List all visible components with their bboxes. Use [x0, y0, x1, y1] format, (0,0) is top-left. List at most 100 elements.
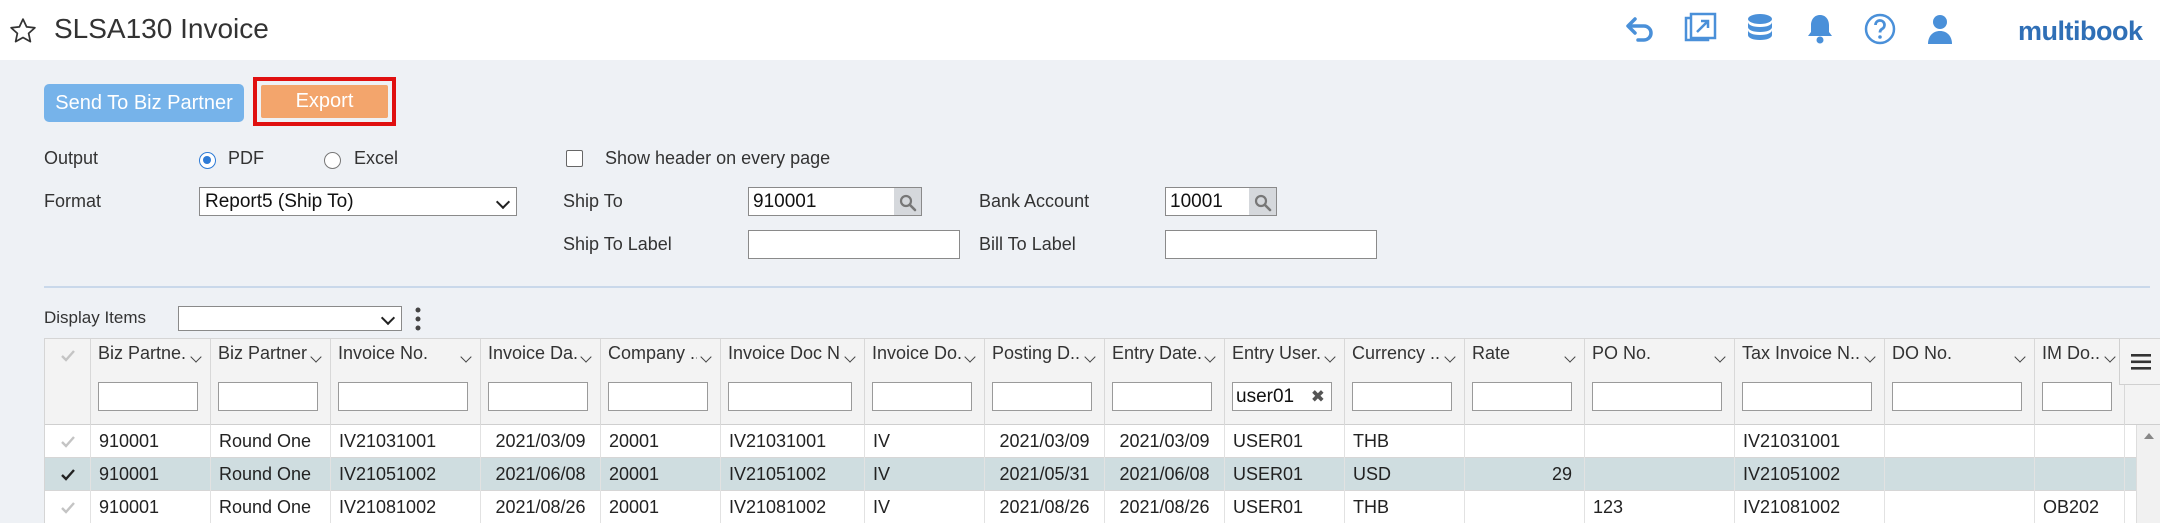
chevron-down-icon[interactable] [1714, 351, 1726, 363]
user-icon[interactable] [1923, 12, 1957, 46]
select-all-cell[interactable] [45, 339, 91, 425]
chevron-down-icon[interactable] [1084, 351, 1096, 363]
bill-to-label-label: Bill To Label [979, 234, 1076, 254]
table-cell: IV21051002 [331, 458, 481, 491]
pdf-radio[interactable] [199, 152, 216, 169]
table-cell [1585, 458, 1735, 491]
bank-account-input[interactable]: 10001 [1165, 187, 1250, 216]
ship-to-search-button[interactable] [894, 187, 922, 216]
chevron-down-icon[interactable] [844, 351, 856, 363]
column-header-label: Entry User.. [1232, 343, 1321, 363]
display-items-select[interactable] [178, 306, 402, 331]
row-checkbox[interactable] [45, 491, 91, 523]
ship-to-input[interactable]: 910001 [748, 187, 895, 216]
column-header[interactable]: Invoice Da.. [481, 339, 601, 425]
column-header[interactable]: Currency .. [1345, 339, 1465, 425]
more-options-icon[interactable] [415, 307, 421, 331]
scroll-up-icon[interactable] [2144, 433, 2154, 439]
vertical-scrollbar[interactable] [2136, 425, 2160, 523]
table-cell: 20001 [601, 458, 721, 491]
column-header[interactable]: DO No. [1885, 339, 2035, 425]
ship-to-label-input[interactable] [748, 230, 960, 259]
column-filter-input[interactable] [608, 382, 708, 411]
database-icon[interactable] [1743, 12, 1777, 46]
table-cell [1585, 425, 1735, 458]
table-cell [1465, 425, 1585, 458]
column-filter-input[interactable] [1592, 382, 1722, 411]
table-cell: 2021/03/09 [985, 425, 1105, 458]
column-header[interactable]: Posting D.. [985, 339, 1105, 425]
show-header-checkbox[interactable] [566, 150, 583, 167]
chevron-down-icon[interactable] [1864, 351, 1876, 363]
column-header[interactable]: Entry Date.. [1105, 339, 1225, 425]
row-checkbox[interactable] [45, 425, 91, 458]
star-icon[interactable] [8, 16, 38, 46]
chevron-down-icon[interactable] [700, 351, 712, 363]
excel-radio[interactable] [324, 152, 341, 169]
column-header[interactable]: Invoice Doc N.. [721, 339, 865, 425]
bank-account-search-button[interactable] [1249, 187, 1277, 216]
column-filter-input[interactable]: user01 ✖ [1232, 382, 1332, 411]
column-header-label: Biz Partner N.. [218, 343, 307, 363]
chevron-down-icon[interactable] [2014, 351, 2026, 363]
export-button-highlight: Export [253, 77, 396, 126]
table-cell: 2021/08/26 [985, 491, 1105, 523]
column-header[interactable]: Rate [1465, 339, 1585, 425]
table-cell: USER01 [1225, 491, 1345, 523]
page-title: SLSA130 Invoice [54, 13, 269, 44]
column-filter-input[interactable] [218, 382, 318, 411]
column-header[interactable]: Tax Invoice N.. [1735, 339, 1885, 425]
table-cell [1885, 425, 2035, 458]
format-select[interactable]: Report5 (Ship To) [199, 187, 517, 216]
table-cell [1465, 491, 1585, 523]
table-cell: THB [1345, 425, 1465, 458]
column-header[interactable]: PO No. [1585, 339, 1735, 425]
chevron-down-icon[interactable] [190, 351, 202, 363]
column-header[interactable]: Biz Partner N.. [211, 339, 331, 425]
column-filter-input[interactable] [992, 382, 1092, 411]
table-cell: USD [1345, 458, 1465, 491]
column-header[interactable]: Invoice No. [331, 339, 481, 425]
chevron-down-icon[interactable] [1444, 351, 1456, 363]
chevron-down-icon[interactable] [580, 351, 592, 363]
chevron-down-icon[interactable] [460, 351, 472, 363]
column-filter-input[interactable] [728, 382, 852, 411]
clear-filter-icon[interactable]: ✖ [1311, 383, 1325, 410]
column-filter-input[interactable] [1892, 382, 2022, 411]
column-header[interactable]: Invoice Do.. [865, 339, 985, 425]
column-filter-input[interactable] [1742, 382, 1872, 411]
bill-to-label-input[interactable] [1165, 230, 1377, 259]
column-filter-input[interactable] [98, 382, 198, 411]
table-cell: 2021/08/26 [1105, 491, 1225, 523]
column-menu-button[interactable] [2119, 339, 2160, 385]
column-filter-input[interactable] [1472, 382, 1572, 411]
column-filter-input[interactable] [1352, 382, 1452, 411]
chevron-down-icon[interactable] [964, 351, 976, 363]
undo-icon[interactable] [1622, 12, 1656, 46]
column-filter-input[interactable] [1112, 382, 1212, 411]
chevron-down-icon[interactable] [1564, 351, 1576, 363]
column-header[interactable]: Biz Partne.. [91, 339, 211, 425]
column-header-label: DO No. [1892, 343, 1953, 363]
column-header[interactable]: Entry User.. user01 ✖ [1225, 339, 1345, 425]
bell-icon[interactable] [1803, 12, 1837, 46]
chevron-down-icon[interactable] [310, 351, 322, 363]
table-row[interactable]: 910001 Round One IV21081002 2021/08/26 20001… [45, 491, 2160, 523]
column-header[interactable]: IM Do.. [2035, 339, 2125, 425]
chevron-down-icon[interactable] [1204, 351, 1216, 363]
chevron-down-icon[interactable] [1324, 351, 1336, 363]
pdf-radio-label: PDF [228, 148, 264, 168]
column-filter-input[interactable] [872, 382, 972, 411]
send-to-biz-partner-button[interactable]: Send To Biz Partner [44, 84, 244, 122]
column-filter-input[interactable] [2042, 382, 2112, 411]
help-icon[interactable] [1863, 12, 1897, 46]
chevron-down-icon[interactable] [2104, 351, 2116, 363]
table-row[interactable]: 910001 Round One IV21051002 2021/06/08 20001… [45, 458, 2160, 491]
column-filter-input[interactable] [488, 382, 588, 411]
row-checkbox[interactable] [45, 458, 91, 491]
table-row[interactable]: 910001 Round One IV21031001 2021/03/09 20001… [45, 425, 2160, 458]
column-filter-input[interactable] [338, 382, 468, 411]
column-header[interactable]: Company .. [601, 339, 721, 425]
popout-icon[interactable] [1683, 12, 1717, 46]
export-button[interactable]: Export [261, 85, 388, 118]
